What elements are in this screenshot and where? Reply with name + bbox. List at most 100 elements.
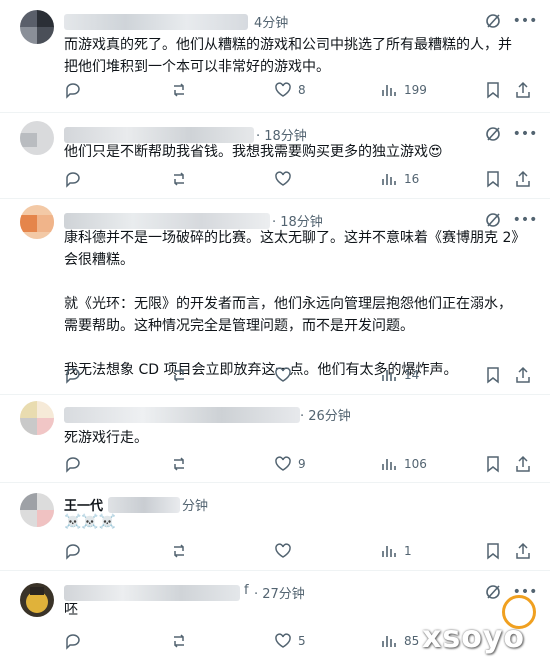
post-text: 而游戏真的死了。他们从糟糕的游戏和公司中挑选了所有最糟糕的人，并把他们堆积到一个… xyxy=(64,34,522,78)
repost-icon xyxy=(174,544,184,558)
reply-button[interactable] xyxy=(64,365,88,385)
views-icon xyxy=(382,174,396,185)
post-paragraph: 就《光环：无限》的开发者而言，他们永远向管理层抱怨他们正在溺水，需要帮助。这种情… xyxy=(64,296,512,334)
avatar[interactable] xyxy=(20,205,54,239)
reply-icon xyxy=(66,544,80,560)
views-button[interactable]: 14 xyxy=(380,365,419,385)
reply-button[interactable] xyxy=(64,541,88,561)
views-icon xyxy=(382,85,396,96)
heart-icon xyxy=(275,456,291,471)
like-button[interactable]: 5 xyxy=(274,631,306,651)
reply-button[interactable] xyxy=(64,169,88,189)
views-icon xyxy=(382,370,396,381)
bookmark-button[interactable] xyxy=(484,169,502,189)
share-icon xyxy=(516,455,530,472)
bookmark-icon xyxy=(487,367,499,384)
reply-feed: 4分钟 ••• 而游戏真的死了。他们从糟糕的游戏和公司中挑选了所有最糟糕的人，并… xyxy=(0,0,550,665)
more-icon[interactable]: ••• xyxy=(513,12,538,30)
post-text: 他们只是不断帮助我省钱。我想我需要购买更多的独立游戏😍 xyxy=(64,141,522,163)
share-icon xyxy=(516,170,530,187)
reply-post[interactable]: · 26分钟 死游戏行走。 9 106 xyxy=(0,395,550,483)
views-icon xyxy=(382,459,396,470)
bookmark-icon xyxy=(487,82,499,99)
repost-button[interactable] xyxy=(170,454,194,474)
watermark-logo: xsoyo xyxy=(422,595,542,655)
reply-post[interactable]: · 18分钟 ••• 康科德并不是一场破碎的比赛。这太无聊了。这并不意味着《赛博… xyxy=(0,199,550,395)
reply-post[interactable]: 王一代 分钟 ☠️☠️☠️ 1 xyxy=(0,483,550,571)
share-button[interactable] xyxy=(514,541,532,561)
views-button[interactable]: 85 xyxy=(380,631,419,651)
share-button[interactable] xyxy=(514,454,532,474)
bookmark-button[interactable] xyxy=(484,80,502,100)
post-paragraph: 死游戏行走。 xyxy=(64,430,148,446)
bookmark-button[interactable] xyxy=(484,541,502,561)
bookmark-button[interactable] xyxy=(484,365,502,385)
reply-icon xyxy=(66,172,80,188)
repost-button[interactable] xyxy=(170,365,194,385)
avatar[interactable] xyxy=(20,121,54,155)
repost-button[interactable] xyxy=(170,541,194,561)
views-button[interactable]: 106 xyxy=(380,454,427,474)
action-bar: 1 xyxy=(64,541,538,561)
bookmark-button[interactable] xyxy=(484,454,502,474)
post-paragraph: 康科德并不是一场破碎的比赛。这太无聊了。这并不意味着《赛博朋克 2》会很糟糕。 xyxy=(64,230,519,268)
heart-icon xyxy=(275,543,291,558)
post-text: 死游戏行走。 xyxy=(64,427,522,449)
bookmark-icon xyxy=(487,171,499,188)
blurred-username[interactable] xyxy=(64,14,248,30)
avatar[interactable] xyxy=(20,10,54,44)
reply-post[interactable]: · 18分钟 ••• 他们只是不断帮助我省钱。我想我需要购买更多的独立游戏😍 1… xyxy=(0,113,550,199)
avatar[interactable] xyxy=(20,493,54,527)
grok-icon[interactable] xyxy=(484,12,502,30)
repost-button[interactable] xyxy=(170,169,194,189)
share-icon xyxy=(516,542,530,559)
repost-icon xyxy=(174,368,184,382)
repost-icon xyxy=(174,634,184,648)
share-button[interactable] xyxy=(514,169,532,189)
bookmark-icon xyxy=(487,543,499,560)
heart-icon xyxy=(275,633,291,648)
reply-icon xyxy=(66,83,80,99)
watermark-text: xsoyo xyxy=(422,620,525,655)
share-icon xyxy=(516,81,530,98)
heart-icon xyxy=(275,367,291,382)
post-paragraph: 而游戏真的死了。他们从糟糕的游戏和公司中挑选了所有最糟糕的人，并把他们堆积到一个… xyxy=(64,37,512,75)
views-button[interactable]: 199 xyxy=(380,80,427,100)
reply-button[interactable] xyxy=(64,454,88,474)
avatar[interactable] xyxy=(20,583,54,617)
like-button[interactable]: 9 xyxy=(274,454,306,474)
post-text: 康科德并不是一场破碎的比赛。这太无聊了。这并不意味着《赛博朋克 2》会很糟糕。 … xyxy=(64,227,522,381)
repost-button[interactable] xyxy=(170,631,194,651)
bookmark-icon xyxy=(487,456,499,473)
like-button[interactable] xyxy=(274,169,298,189)
avatar[interactable] xyxy=(20,401,54,435)
reply-button[interactable] xyxy=(64,631,88,651)
like-button[interactable] xyxy=(274,365,298,385)
reply-post[interactable]: 4分钟 ••• 而游戏真的死了。他们从糟糕的游戏和公司中挑选了所有最糟糕的人，并… xyxy=(0,0,550,113)
repost-icon xyxy=(174,172,184,186)
repost-icon xyxy=(174,83,184,97)
post-time[interactable]: 4分钟 xyxy=(254,12,288,31)
views-button[interactable]: 16 xyxy=(380,169,419,189)
name-fragment[interactable]: f xyxy=(244,583,249,598)
post-paragraph: ☠️☠️☠️ xyxy=(64,514,117,530)
share-button[interactable] xyxy=(514,80,532,100)
reply-icon xyxy=(66,457,80,473)
like-button[interactable] xyxy=(274,541,298,561)
views-button[interactable]: 1 xyxy=(380,541,412,561)
action-bar: 16 xyxy=(64,169,538,189)
action-bar: 8 199 xyxy=(64,80,538,100)
like-button[interactable]: 8 xyxy=(274,80,306,100)
post-time[interactable]: · 26分钟 xyxy=(300,405,351,424)
blurred-username[interactable] xyxy=(64,407,300,423)
post-text: ☠️☠️☠️ xyxy=(64,511,522,533)
repost-button[interactable] xyxy=(170,80,194,100)
share-icon xyxy=(516,366,530,383)
heart-icon xyxy=(275,82,291,97)
reply-icon xyxy=(66,634,80,650)
repost-icon xyxy=(174,457,184,471)
reply-icon xyxy=(66,368,80,384)
share-button[interactable] xyxy=(514,365,532,385)
reply-button[interactable] xyxy=(64,80,88,100)
heart-icon xyxy=(275,171,291,186)
